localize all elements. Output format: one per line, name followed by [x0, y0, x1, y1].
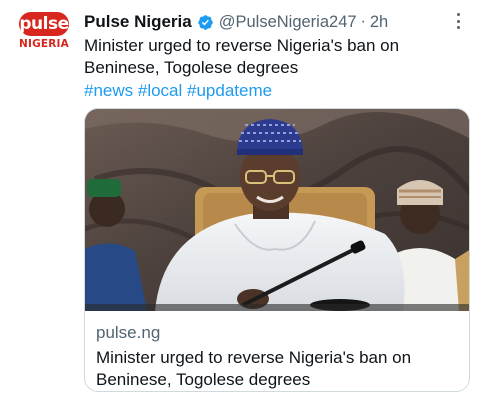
- link-preview-card[interactable]: pulse.ng Minister urged to reverse Niger…: [84, 108, 470, 392]
- hashtag-updateme[interactable]: #updateme: [187, 81, 272, 100]
- more-dot: [456, 26, 460, 29]
- verified-badge-icon: [197, 14, 213, 30]
- tweet[interactable]: pulse NIGERIA Pulse Nigeria @PulseNigeri…: [0, 0, 482, 394]
- card-image: [85, 109, 469, 311]
- author-handle[interactable]: @PulseNigeria247: [219, 13, 357, 32]
- more-dot: [456, 13, 460, 16]
- tweet-header: Pulse Nigeria @PulseNigeria247 · 2h: [84, 11, 388, 33]
- avatar[interactable]: pulse NIGERIA: [14, 12, 74, 56]
- tweet-text: Minister urged to reverse Nigeria's ban …: [84, 36, 400, 77]
- avatar-logo-wordmark: pulse: [19, 12, 69, 36]
- hashtag-news[interactable]: #news: [84, 81, 138, 100]
- more-dot: [456, 19, 460, 23]
- hashtag-local[interactable]: #local: [138, 81, 187, 100]
- avatar-logo-subtitle: NIGERIA: [18, 38, 69, 50]
- hashtag-list: #news #local #updateme: [84, 80, 272, 102]
- separator-dot: ·: [360, 13, 366, 30]
- tweet-timestamp[interactable]: 2h: [370, 13, 388, 32]
- author-display-name[interactable]: Pulse Nigeria: [84, 12, 192, 32]
- card-domain: pulse.ng: [96, 323, 161, 342]
- card-title: Minister urged to reverse Nigeria's ban …: [96, 348, 412, 389]
- more-options-icon[interactable]: [452, 11, 464, 31]
